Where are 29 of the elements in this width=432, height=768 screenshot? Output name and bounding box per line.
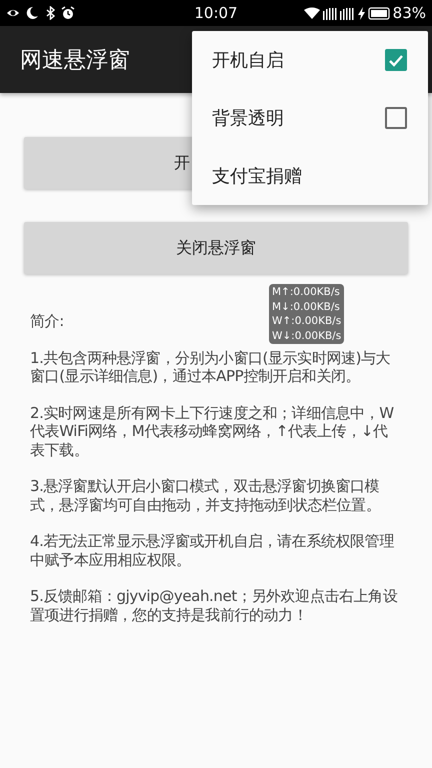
intro-paragraph: 2.实时网速是所有网卡上下行速度之和；详细信息中，W代表WiFi网络，M代表移动蜂窝网络，↑代表上传，↓代表下载。 xyxy=(30,404,395,459)
checkbox[interactable] xyxy=(385,49,407,71)
intro-paragraph: 5.反馈邮箱：gjyvip@yeah.net；另外欢迎点击右上角设置项进行捐赠，您的支持是我前行的动力！ xyxy=(30,587,398,624)
checkbox[interactable] xyxy=(385,107,407,129)
speed-reading: W↓:0.00KB/s xyxy=(272,328,342,343)
signal-icon xyxy=(340,6,354,20)
action-button[interactable]: 关闭悬浮窗 xyxy=(24,222,408,274)
intro-paragraph: 1.共包含两种悬浮窗，分别为小窗口(显示实时网速)与大窗口(显示详细信息)，通过本APP控制开启和关闭。 xyxy=(30,348,392,386)
check-icon xyxy=(388,52,404,68)
intro-paragraph: 4.若无法正常显示悬浮窗或开机自启，请在系统权限管理中赋予本应用相应权限。 xyxy=(30,532,395,569)
battery-icon xyxy=(368,6,390,20)
speed-reading: W↑:0.00KB/s xyxy=(272,314,342,328)
wifi-icon xyxy=(304,6,320,20)
menu-item[interactable]: 开机自启 xyxy=(192,31,428,89)
clock-time: 10:07 xyxy=(194,4,238,22)
speed-reading: M↓:0.00KB/s xyxy=(272,300,341,314)
battery-percent: 83% xyxy=(392,4,426,22)
app-title: 网速悬浮窗 xyxy=(20,46,130,74)
moon-icon xyxy=(25,6,39,20)
signal-icon xyxy=(322,6,337,20)
alarm-icon xyxy=(61,6,75,20)
charging-icon xyxy=(356,6,365,20)
speed-reading: M↑:0.00KB/s xyxy=(272,285,341,300)
menu-item[interactable]: 支付宝捐赠 xyxy=(192,147,428,205)
intro-paragraph: 3.悬浮窗默认开启小窗口模式，双击悬浮窗切换窗口模式，悬浮窗均可自由拖动，并支持拖动到状态栏位置。 xyxy=(30,477,382,514)
bluetooth-icon xyxy=(44,6,56,20)
intro-heading: 简介: xyxy=(30,312,64,330)
speed-widget[interactable]: M↑:0.00KB/s M↓:0.00KB/s W↑:0.00KB/s W↓:0.00KB/s xyxy=(269,284,344,344)
menu-item[interactable]: 背景透明 xyxy=(192,89,428,147)
